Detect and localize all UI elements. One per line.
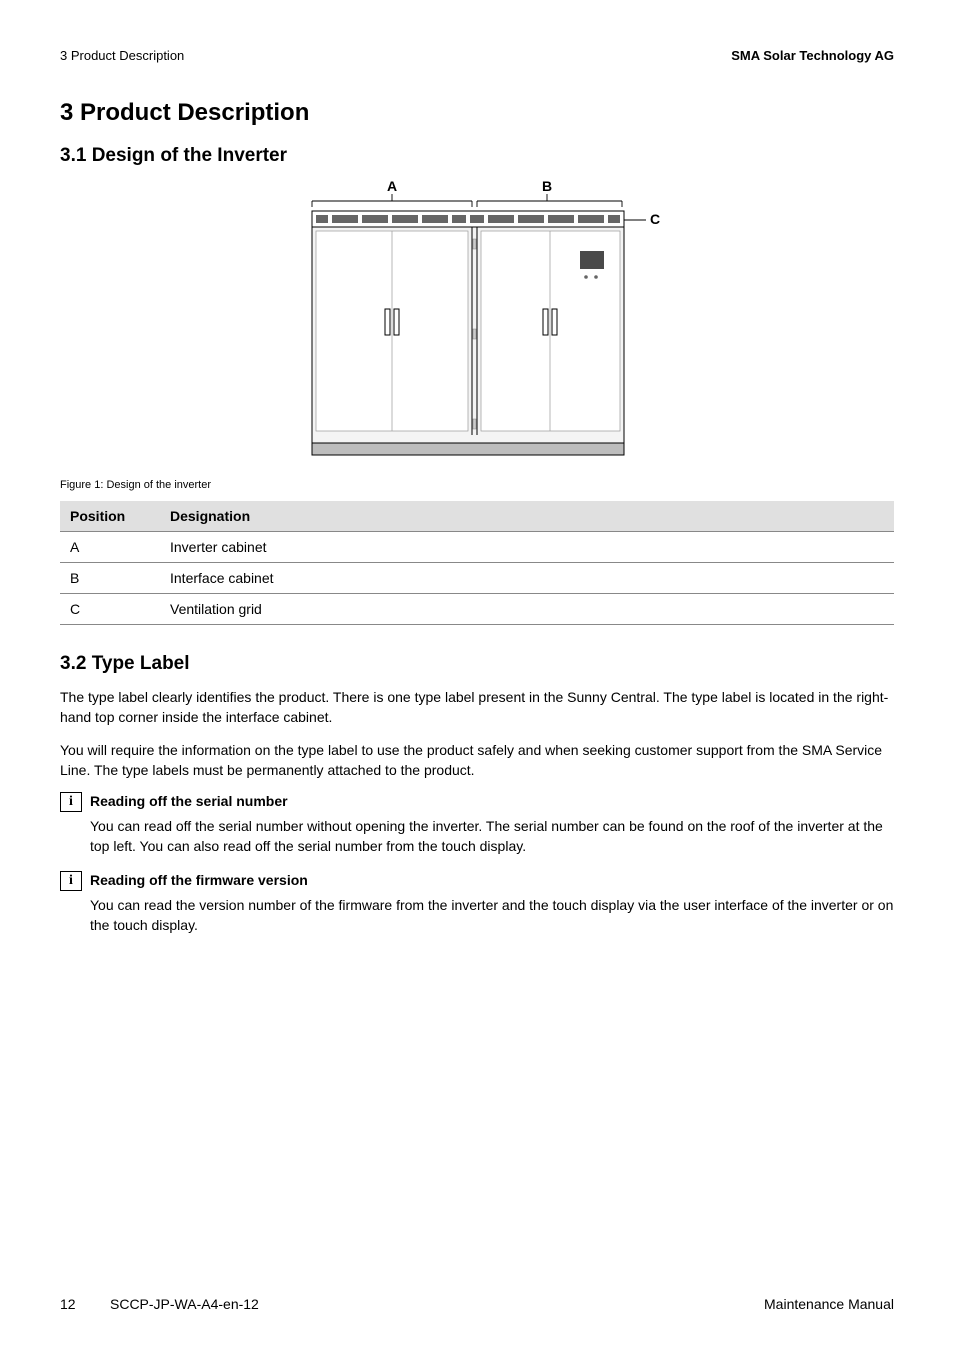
heading-section-3-1: 3.1 Design of the Inverter xyxy=(60,145,894,167)
table-cell: B xyxy=(60,563,160,594)
table-cell: Inverter cabinet xyxy=(160,532,894,563)
table-cell: A xyxy=(60,532,160,563)
figure-1-caption: Figure 1: Design of the inverter xyxy=(60,479,894,491)
info-title-serial: Reading off the serial number xyxy=(90,792,288,809)
header-section-path: 3 Product Description xyxy=(60,48,184,63)
diagram-label-a: A xyxy=(387,179,397,194)
table-row: A Inverter cabinet xyxy=(60,532,894,563)
footer-doc-type: Maintenance Manual xyxy=(764,1296,894,1312)
table-header-row: Position Designation xyxy=(60,501,894,532)
table-cell: C xyxy=(60,594,160,625)
figure-1: A B C xyxy=(60,179,894,469)
table-cell: Interface cabinet xyxy=(160,563,894,594)
info-body-serial: You can read off the serial number witho… xyxy=(90,816,894,857)
diagram-label-b: B xyxy=(542,179,552,194)
table-cell: Ventilation grid xyxy=(160,594,894,625)
info-block-serial: i Reading off the serial number xyxy=(60,792,894,812)
inverter-diagram: A B C xyxy=(292,179,662,469)
heading-section-3-2: 3.2 Type Label xyxy=(60,653,894,675)
info-icon: i xyxy=(60,792,82,812)
heading-chapter: 3 Product Description xyxy=(60,99,894,127)
table-header-designation: Designation xyxy=(160,501,894,532)
type-label-paragraph-1: The type label clearly identifies the pr… xyxy=(60,687,894,728)
page-footer: 12 SCCP-JP-WA-A4-en-12 Maintenance Manua… xyxy=(60,1296,894,1312)
page-header: 3 Product Description SMA Solar Technolo… xyxy=(60,48,894,63)
info-icon: i xyxy=(60,871,82,891)
table-row: C Ventilation grid xyxy=(60,594,894,625)
footer-doc-code: SCCP-JP-WA-A4-en-12 xyxy=(110,1296,764,1312)
position-designation-table: Position Designation A Inverter cabinet … xyxy=(60,501,894,625)
footer-page-number: 12 xyxy=(60,1296,110,1312)
info-block-firmware: i Reading off the firmware version xyxy=(60,871,894,891)
table-header-position: Position xyxy=(60,501,160,532)
table-row: B Interface cabinet xyxy=(60,563,894,594)
info-title-firmware: Reading off the firmware version xyxy=(90,871,308,888)
header-company: SMA Solar Technology AG xyxy=(731,48,894,63)
diagram-label-c: C xyxy=(650,211,660,227)
type-label-paragraph-2: You will require the information on the … xyxy=(60,740,894,781)
info-body-firmware: You can read the version number of the f… xyxy=(90,895,894,936)
